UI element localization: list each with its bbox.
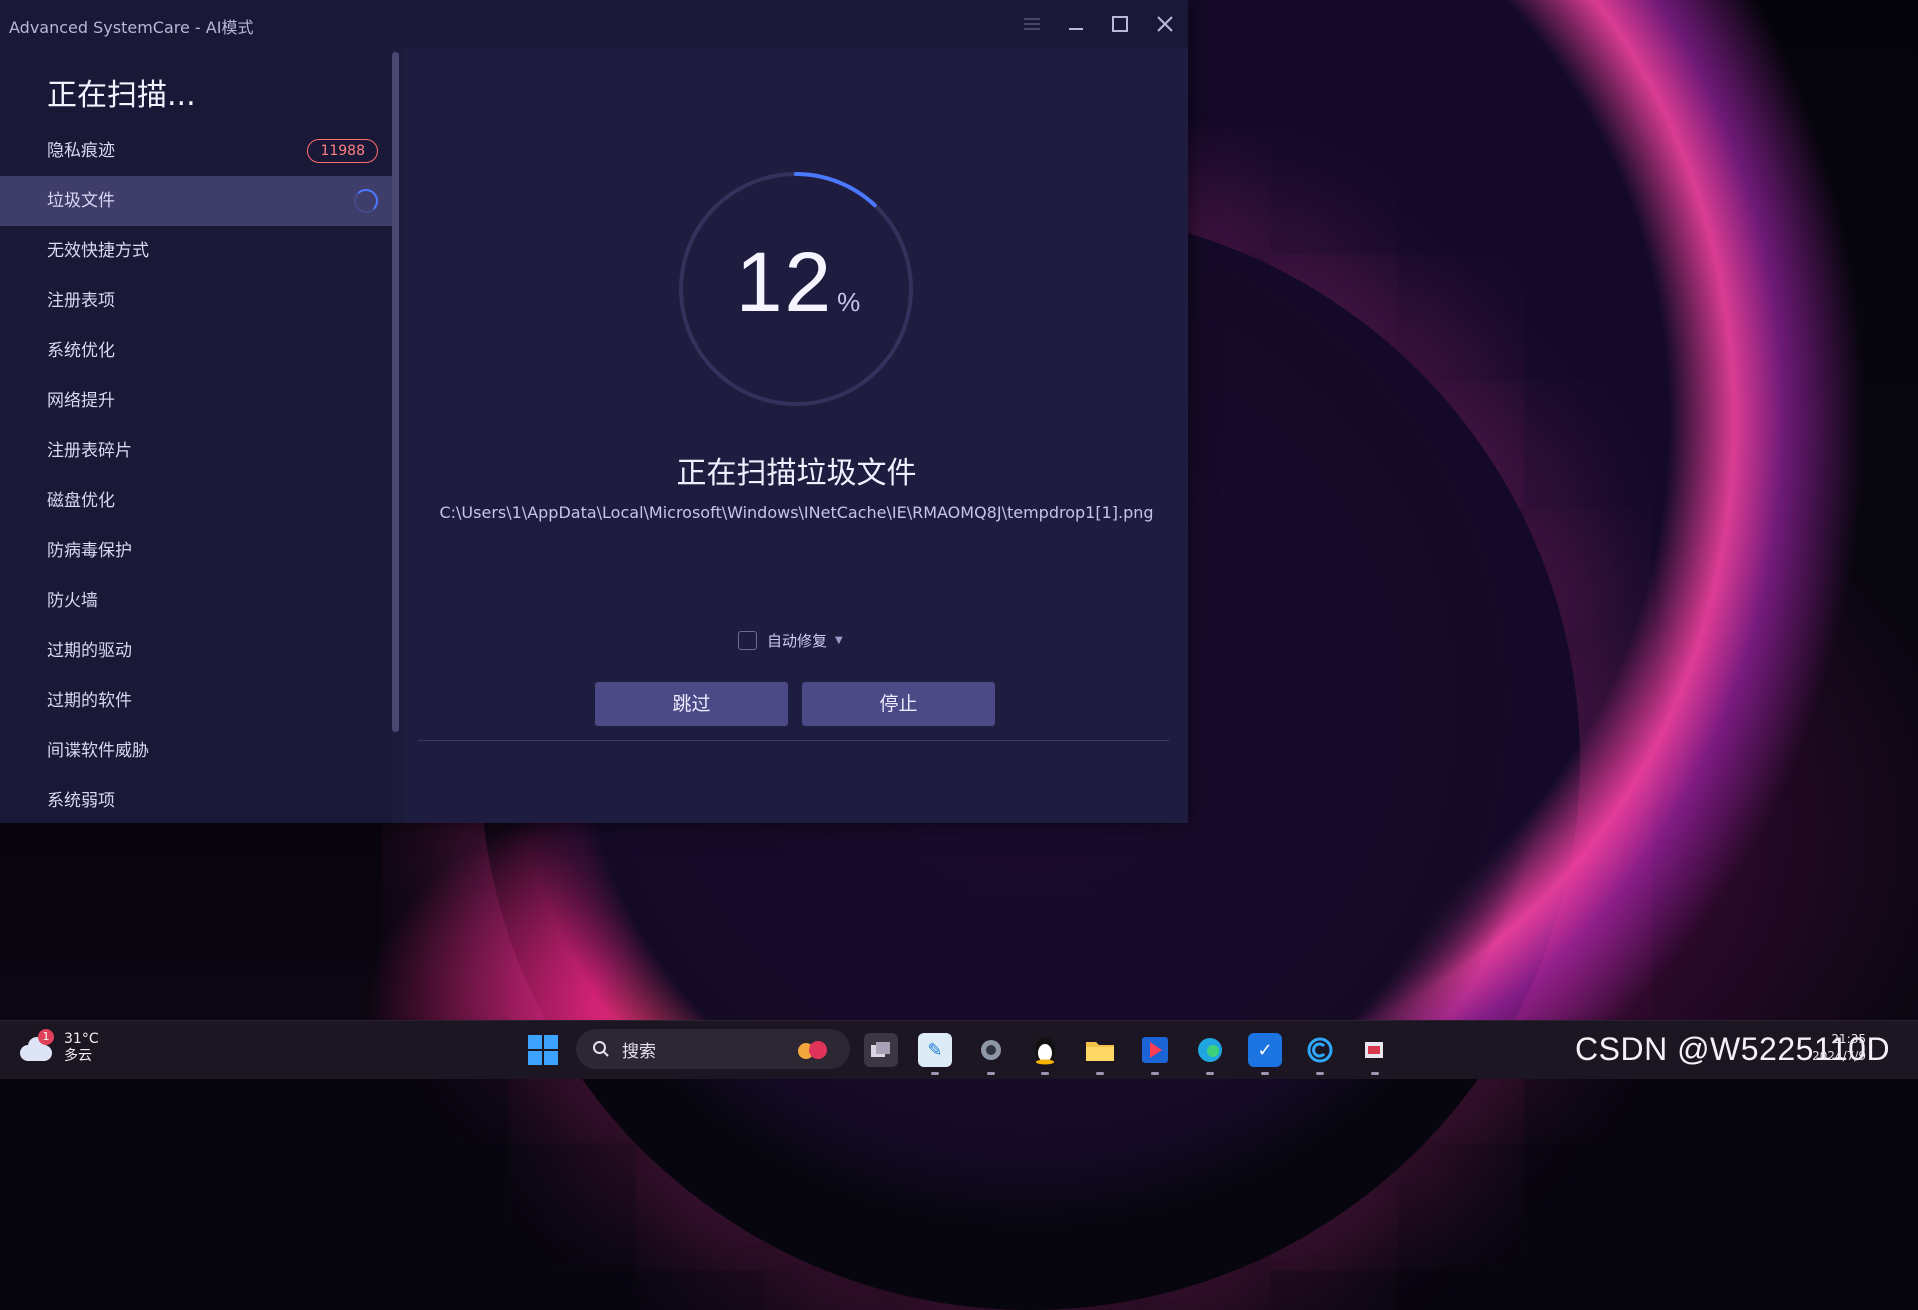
loading-spinner-icon [354,189,378,213]
search-placeholder: 搜索 [622,1041,656,1062]
sidebar-item-registry[interactable]: 注册表项 [0,276,392,326]
progress-unit: % [837,287,861,317]
divider [418,740,1169,741]
progress-percent: 12% [713,234,883,331]
file-explorer-icon[interactable] [1083,1033,1117,1075]
cloud-icon: 1 [20,1029,54,1061]
menu-icon[interactable] [1012,6,1052,42]
issue-count-badge: 11988 [307,139,378,163]
sidebar-item-label: 网络提升 [47,391,115,411]
sidebar-item-junk-files[interactable]: 垃圾文件 [0,176,392,226]
scan-sidebar: 正在扫描... 隐私痕迹 11988 垃圾文件 无效快捷方式 注册表项 系统优化… [0,48,392,823]
search-highlight-icon [798,1041,827,1059]
sidebar-item-internet-boost[interactable]: 网络提升 [0,376,392,426]
task-view-icon[interactable] [864,1033,898,1067]
sidebar-item-outdated-software[interactable]: 过期的软件 [0,676,392,726]
scan-category-list: 隐私痕迹 11988 垃圾文件 无效快捷方式 注册表项 系统优化 网络提升 注册… [0,126,392,826]
weather-widget[interactable]: 1 31°C 多云 [20,1029,99,1065]
sidebar-item-label: 注册表碎片 [47,441,132,461]
sidebar-item-spyware[interactable]: 间谍软件威胁 [0,726,392,776]
title-bar[interactable]: Advanced SystemCare - AI模式 [0,0,1188,48]
sidebar-item-invalid-shortcuts[interactable]: 无效快捷方式 [0,226,392,276]
notes-app-icon[interactable]: ✎ [918,1033,952,1075]
sidebar-scrollbar[interactable] [392,52,399,732]
settings-gear-icon[interactable] [974,1033,1008,1075]
sidebar-item-antivirus[interactable]: 防病毒保护 [0,526,392,576]
sidebar-item-label: 磁盘优化 [47,491,115,511]
minimize-button[interactable] [1056,6,1096,42]
weather-description: 多云 [64,1048,92,1064]
messenger-app-icon[interactable]: ✓ [1248,1033,1282,1075]
sidebar-item-label: 注册表项 [47,291,115,311]
sidebar-item-vulnerabilities[interactable]: 系统弱项 [0,776,392,826]
sidebar-item-label: 系统弱项 [47,791,115,811]
media-player-icon[interactable] [1138,1033,1172,1075]
edge-browser-icon[interactable] [1193,1033,1227,1075]
system-clock[interactable]: 21:35 2024/7/9 [1806,1031,1866,1065]
stop-button[interactable]: 停止 [802,682,995,726]
sidebar-item-outdated-drivers[interactable]: 过期的驱动 [0,626,392,676]
sidebar-item-registry-defrag[interactable]: 注册表碎片 [0,426,392,476]
app-window: Advanced SystemCare - AI模式 正在扫描... 隐私痕迹 … [0,0,1188,823]
sidebar-item-label: 垃圾文件 [47,191,115,211]
sidebar-item-disk-optimize[interactable]: 磁盘优化 [0,476,392,526]
qq-penguin-icon[interactable] [1028,1033,1062,1075]
clock-time: 21:35 [1831,1032,1866,1046]
sidebar-item-system-optimize[interactable]: 系统优化 [0,326,392,376]
sidebar-item-label: 系统优化 [47,341,115,361]
progress-value: 12 [735,235,834,329]
notification-badge: 1 [38,1029,54,1045]
skip-button[interactable]: 跳过 [595,682,788,726]
auto-fix-toggle[interactable]: 自动修复 ▼ [738,630,843,651]
sidebar-item-label: 无效快捷方式 [47,241,149,261]
window-title: Advanced SystemCare - AI模式 [9,18,254,37]
search-icon [593,1041,609,1057]
sidebar-item-label: 防火墙 [47,591,98,611]
scan-progress-panel: 12% 正在扫描垃圾文件 C:\Users\1\AppData\Local\Mi… [405,48,1188,823]
scanning-heading: 正在扫描... [47,78,196,113]
current-file-path: C:\Users\1\AppData\Local\Microsoft\Windo… [439,503,1154,522]
sidebar-item-privacy[interactable]: 隐私痕迹 11988 [0,126,392,176]
weather-temperature: 31°C [64,1031,99,1047]
auto-fix-label: 自动修复 [767,632,828,650]
close-button[interactable] [1145,6,1185,42]
sidebar-item-label: 防病毒保护 [47,541,132,561]
sidebar-item-label: 隐私痕迹 [47,141,115,161]
clock-date: 2024/7/9 [1812,1049,1866,1063]
chevron-down-icon[interactable]: ▼ [835,635,843,646]
advanced-systemcare-icon[interactable] [1303,1033,1337,1075]
sidebar-item-label: 过期的软件 [47,691,132,711]
maximize-button[interactable] [1100,6,1140,42]
sidebar-item-firewall[interactable]: 防火墙 [0,576,392,626]
sidebar-item-label: 间谍软件威胁 [47,741,149,761]
sidebar-item-label: 过期的驱动 [47,641,132,661]
auto-fix-checkbox[interactable] [738,631,757,650]
taskbar-search[interactable]: 搜索 [576,1029,850,1069]
taskbar: 1 31°C 多云 搜索 ✎ ✓ CSDN @W5225110D 21:35 2… [0,1020,1918,1079]
screenshot-tool-icon[interactable] [1358,1033,1392,1075]
windows-start-icon[interactable] [528,1035,558,1065]
scan-status-title: 正在扫描垃圾文件 [676,456,917,491]
